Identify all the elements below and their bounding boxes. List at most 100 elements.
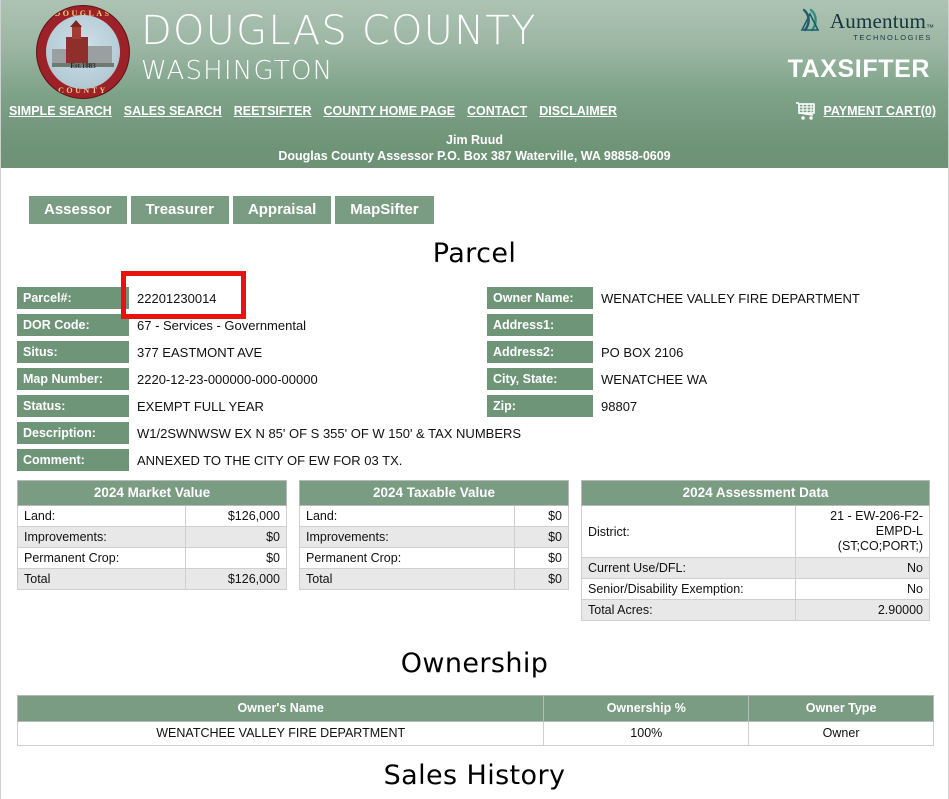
county-seal-logo: DOUGLAS COUNTY Est.1883 [37,6,129,98]
taxable-permanent-crop-value: $0 [514,547,569,569]
detail-row-map-number: Map Number: 2220-12-23-000000-000-00000 [17,366,487,393]
taxable-value-table: 2024 Taxable Value Land: $0 Improvements… [298,480,569,590]
detail-value-city-state: WENATCHEE WA [601,371,708,387]
detail-label-city-state: City, State: [487,368,593,390]
detail-row-zip: Zip: 98807 [487,393,932,420]
table-row: Improvements: $0 [17,526,288,548]
seal-ring: DOUGLAS COUNTY Est.1883 [37,6,129,98]
tab-treasurer[interactable]: Treasurer [130,196,229,224]
ownership-col-owner-type: Owner Type [748,695,934,722]
page-root: DOUGLAS COUNTY Est.1883 DOUGLAS COUNTY W… [0,0,949,799]
market-value-table: 2024 Market Value Land: $126,000 Improve… [17,480,288,590]
table-row: Land: $126,000 [17,505,288,527]
tab-mapsifter[interactable]: MapSifter [335,196,434,224]
assessment-data-title: 2024 Assessment Data [581,480,930,506]
taxable-land-value: $0 [514,505,569,527]
detail-row-parcel-number: Parcel#: 22201230014 [17,285,487,312]
table-header-row: Owner's Name Ownership % Owner Type [16,695,934,722]
market-improvements-value: $0 [184,526,288,548]
parcel-details-right: Owner Name: WENATCHEE VALLEY FIRE DEPART… [487,285,932,474]
taxable-permanent-crop-label: Permanent Crop: [298,547,516,569]
assessment-total-acres-value: 2.90000 [794,599,931,621]
aumentum-wordmark: Aumentum [829,9,926,33]
detail-value-owner-name: WENATCHEE VALLEY FIRE DEPARTMENT [601,290,860,306]
table-row: Total $0 [298,568,569,590]
market-value-title: 2024 Market Value [17,480,287,506]
taxable-value-title: 2024 Taxable Value [299,480,569,506]
aumentum-tagline: TECHNOLOGIES [853,33,932,42]
market-improvements-label: Improvements: [17,526,186,548]
site-title-block: DOUGLAS COUNTY WASHINGTON [141,8,537,86]
aumentum-mark-icon [800,8,826,32]
detail-label-address2: Address2: [487,341,593,363]
market-permanent-crop-value: $0 [184,547,288,569]
site-header: DOUGLAS COUNTY Est.1883 DOUGLAS COUNTY W… [1,0,948,168]
assessment-senior-exemption-label: Senior/Disability Exemption: [581,578,796,600]
page-title-sales-history: Sales History [383,760,566,791]
taxable-total-label: Total [298,568,516,590]
nav-link-sales-search[interactable]: SALES SEARCH [124,104,222,118]
detail-row-city-state: City, State: WENATCHEE WA [487,366,932,393]
taxable-total-value: $0 [514,568,569,590]
tab-assessor[interactable]: Assessor [29,196,127,224]
detail-value-address1 [593,314,932,336]
detail-row-owner-name: Owner Name: WENATCHEE VALLEY FIRE DEPART… [487,285,932,312]
detail-label-parcel-number: Parcel#: [17,287,129,309]
detail-row-address2: Address2: PO BOX 2106 [487,339,932,366]
shopping-cart-icon [796,102,818,120]
nav-link-simple-search[interactable]: SIMPLE SEARCH [9,104,112,118]
table-row: Land: $0 [298,505,569,527]
detail-value-parcel-number: 22201230014 [137,290,217,306]
ownership-col-ownership-percent: Ownership % [543,695,750,722]
detail-value-dor-code: 67 - Services - Governmental [137,317,307,333]
nav-link-contact[interactable]: CONTACT [467,104,527,118]
main-navigation: SIMPLE SEARCH SALES SEARCH REETSIFTER CO… [9,104,617,118]
payment-cart[interactable]: PAYMENT CART(0) [796,102,936,120]
detail-row-dor-code: DOR Code: 67 - Services - Governmental [17,312,487,339]
detail-label-comment: Comment: [17,449,129,471]
seal-est-text: Est.1883 [70,62,96,70]
detail-label-map-number: Map Number: [17,368,129,390]
assessor-name: Jim Ruud [446,133,503,147]
detail-label-dor-code: DOR Code: [17,314,129,336]
ownership-cell-owner-name: WENATCHEE VALLEY FIRE DEPARTMENT [16,721,545,746]
page-title-parcel: Parcel [432,238,517,269]
detail-label-description: Description: [17,422,129,444]
assessment-data-table: 2024 Assessment Data District: 21 - EW-2… [581,480,931,621]
ownership-cell-ownership-percent: 100% [543,721,750,746]
table-row: Senior/Disability Exemption: No [581,578,931,600]
nav-link-reetsifter[interactable]: REETSIFTER [234,104,312,118]
detail-label-owner-name: Owner Name: [487,287,593,309]
value-summary-tables: 2024 Market Value Land: $126,000 Improve… [17,480,932,621]
nav-link-county-home-page[interactable]: COUNTY HOME PAGE [324,104,456,118]
table-row: Improvements: $0 [298,526,569,548]
assessor-contact: Jim Ruud Douglas County Assessor P.O. Bo… [1,132,948,164]
detail-row-status: Status: EXEMPT FULL YEAR [17,393,487,420]
page-title-ownership: Ownership [400,648,549,679]
site-title: DOUGLAS COUNTY [141,8,537,54]
assessment-current-use-value: No [794,557,931,579]
table-row: Total Acres: 2.90000 [581,599,931,621]
ownership-cell-owner-type: Owner [748,721,934,746]
ownership-col-owner-name: Owner's Name [16,695,545,722]
taxable-improvements-label: Improvements: [298,526,516,548]
payment-cart-label[interactable]: PAYMENT CART(0) [823,104,936,118]
nav-link-disclaimer[interactable]: DISCLAIMER [539,104,617,118]
aumentum-logo: Aumentum ™ TECHNOLOGIES [800,8,934,42]
taxable-land-label: Land: [298,505,516,527]
assessment-current-use-label: Current Use/DFL: [581,557,796,579]
detail-label-address1: Address1: [487,314,593,336]
table-row: Total $126,000 [17,568,288,590]
market-total-value: $126,000 [184,568,288,590]
assessor-address: Douglas County Assessor P.O. Box 387 Wat… [278,149,671,163]
detail-row-address1: Address1: [487,312,932,339]
detail-label-status: Status: [17,395,129,417]
market-land-value: $126,000 [184,505,288,527]
ownership-table: Owner's Name Ownership % Owner Type WENA… [16,695,934,746]
detail-value-situs: 377 EASTMONT AVE [137,344,263,360]
table-row: WENATCHEE VALLEY FIRE DEPARTMENT 100% Ow… [16,721,934,746]
detail-value-status: EXEMPT FULL YEAR [137,398,264,414]
table-row: District: 21 - EW-206-F2- EMPD-L (ST;CO;… [581,505,931,558]
aumentum-trademark: ™ [926,23,934,32]
tab-appraisal[interactable]: Appraisal [232,196,332,224]
